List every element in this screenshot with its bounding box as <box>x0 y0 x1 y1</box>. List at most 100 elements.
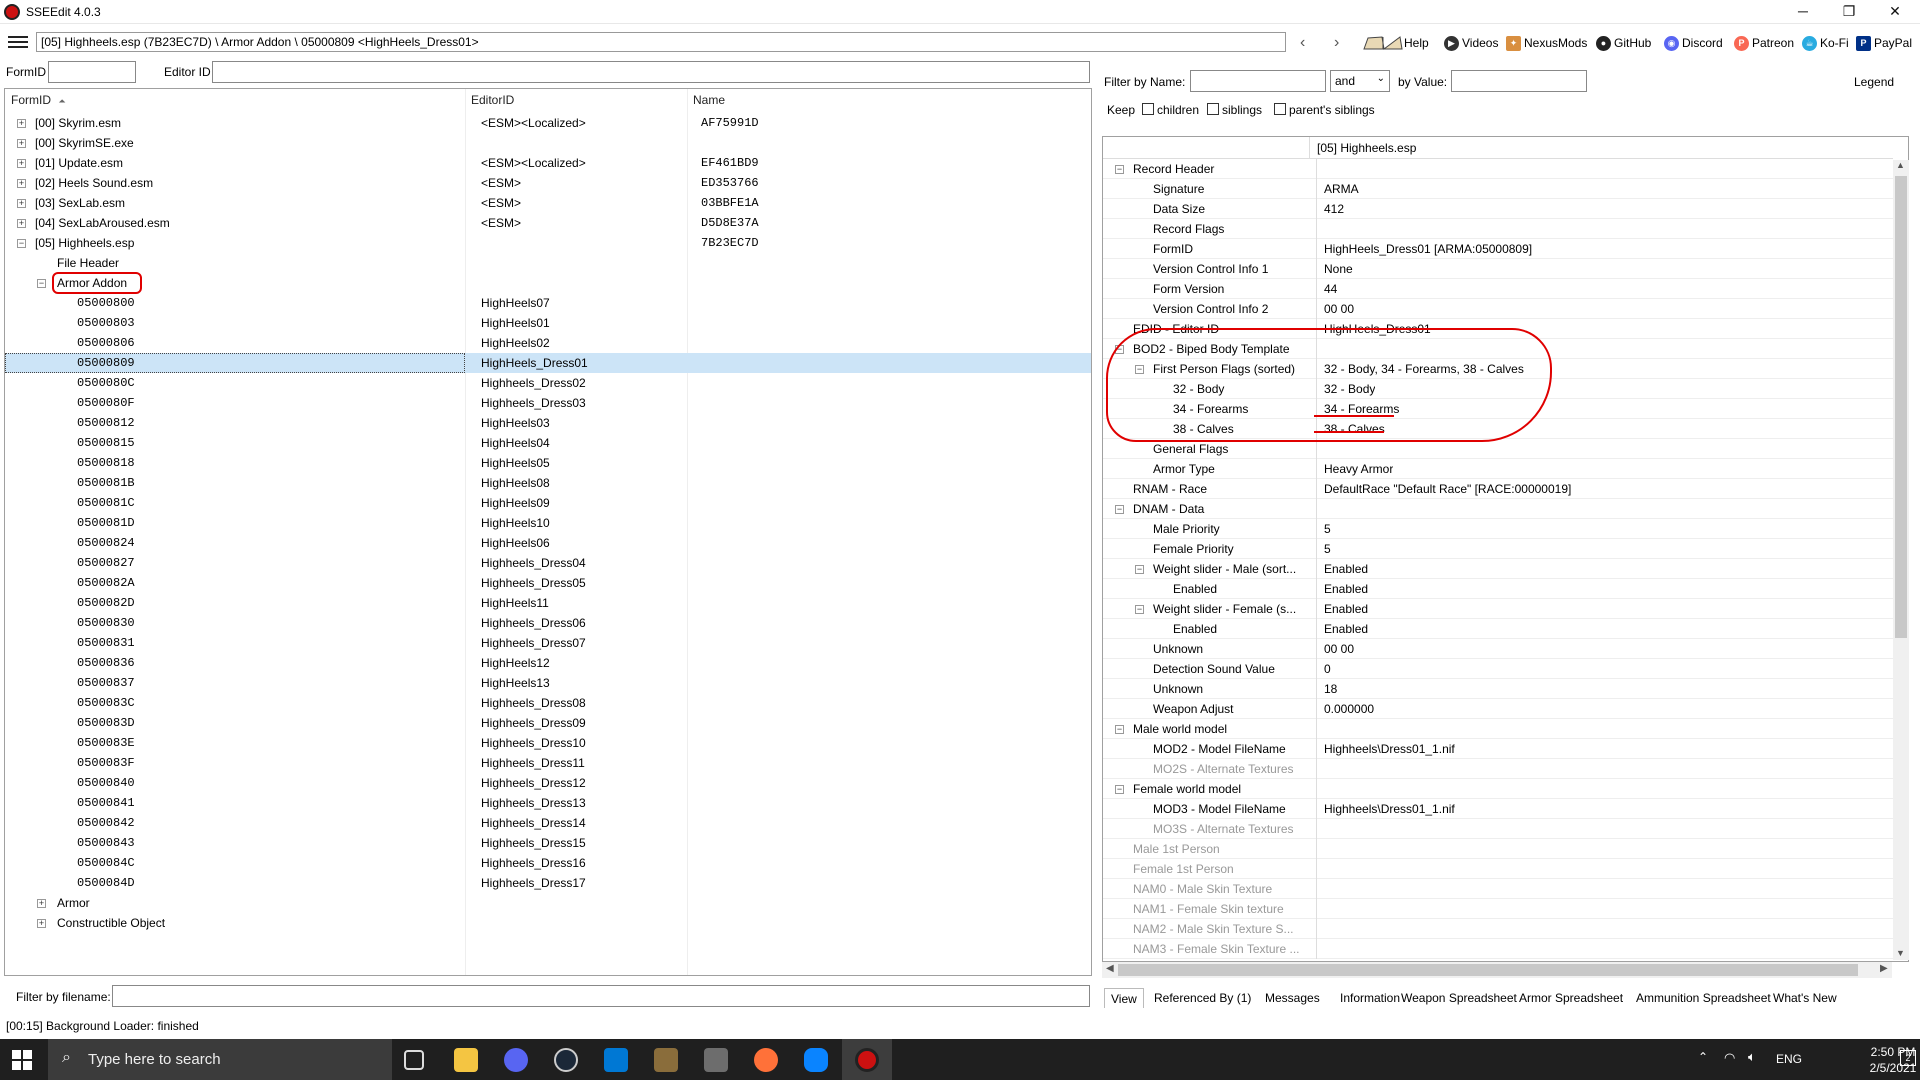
record-field-value[interactable]: 5 <box>1316 539 1331 559</box>
tree-record-row[interactable]: 0500082D HighHeels11 <box>5 593 1091 613</box>
tree-record-row[interactable]: 05000840 Highheels_Dress12 <box>5 773 1091 793</box>
kofi-button[interactable]: ☕ Ko-Fi <box>1802 34 1849 52</box>
record-field-value[interactable]: 44 <box>1316 279 1337 299</box>
record-field-row[interactable]: Armor Type Heavy Armor <box>1103 459 1893 479</box>
tab-weapon-spreadsheet[interactable]: Weapon Spreadsheet <box>1395 988 1523 1008</box>
tree-record-row[interactable]: 05000837 HighHeels13 <box>5 673 1091 693</box>
expand-icon[interactable]: + <box>37 899 46 908</box>
tab-armor-spreadsheet[interactable]: Armor Spreadsheet <box>1513 988 1629 1008</box>
record-field-value[interactable]: HighHeels_Dress01 [ARMA:05000809] <box>1316 239 1532 259</box>
record-field-row[interactable]: MO2S - Alternate Textures <box>1103 759 1893 779</box>
expand-icon[interactable]: + <box>17 179 26 188</box>
sseedit-taskbar-button[interactable] <box>842 1039 892 1080</box>
notification-icon[interactable]: 2 <box>1900 1050 1916 1066</box>
record-field-row[interactable]: − Record Header <box>1103 159 1893 179</box>
record-field-value[interactable] <box>1316 159 1324 179</box>
discord-button[interactable]: ◉ Discord <box>1664 34 1723 52</box>
tree-record-row[interactable]: 05000831 Highheels_Dress07 <box>5 633 1091 653</box>
record-field-row[interactable]: − Female world model <box>1103 779 1893 799</box>
filter-value-input[interactable] <box>1451 70 1587 92</box>
col-formid-header[interactable]: FormID ⏶ <box>5 89 465 111</box>
patreon-button[interactable]: P Patreon <box>1734 34 1794 52</box>
tree-record-row[interactable]: 0500084D Highheels_Dress17 <box>5 873 1091 893</box>
collapse-icon[interactable]: − <box>1115 725 1124 734</box>
record-field-value[interactable]: 18 <box>1316 679 1337 699</box>
record-field-value[interactable]: 00 00 <box>1316 299 1354 319</box>
tree-record-row[interactable]: 0500081B HighHeels08 <box>5 473 1091 493</box>
record-field-row[interactable]: Weapon Adjust 0.000000 <box>1103 699 1893 719</box>
collapse-icon[interactable]: − <box>1115 785 1124 794</box>
record-field-value[interactable] <box>1316 339 1324 359</box>
tree-record-row[interactable]: 05000818 HighHeels05 <box>5 453 1091 473</box>
tree-file-row[interactable]: + [04] SexLabAroused.esm <ESM> D5D8E37A <box>5 213 1091 233</box>
record-field-row[interactable]: − Male world model <box>1103 719 1893 739</box>
tree-record-row[interactable]: 05000843 Highheels_Dress15 <box>5 833 1091 853</box>
record-field-row[interactable]: EDID - Editor ID HighHeels_Dress01 <box>1103 319 1893 339</box>
tree-record-row[interactable]: 05000806 HighHeels02 <box>5 333 1091 353</box>
record-field-row[interactable]: Signature ARMA <box>1103 179 1893 199</box>
record-field-row[interactable]: − Weight slider - Male (sort... Enabled <box>1103 559 1893 579</box>
record-field-row[interactable]: Male Priority 5 <box>1103 519 1893 539</box>
record-field-row[interactable]: Enabled Enabled <box>1103 579 1893 599</box>
help-button[interactable]: Help <box>1362 34 1429 52</box>
record-field-row[interactable]: Female Priority 5 <box>1103 539 1893 559</box>
record-field-row[interactable]: General Flags <box>1103 439 1893 459</box>
record-field-value[interactable] <box>1316 919 1324 939</box>
record-field-row[interactable]: Male 1st Person <box>1103 839 1893 859</box>
record-field-row[interactable]: Form Version 44 <box>1103 279 1893 299</box>
record-field-row[interactable]: Record Flags <box>1103 219 1893 239</box>
forward-arrow-icon[interactable]: › <box>1334 34 1339 52</box>
record-field-value[interactable] <box>1316 819 1324 839</box>
tab-referenced-by-1[interactable]: Referenced By (1) <box>1148 988 1257 1008</box>
taskbar-search-box[interactable]: ⌕ Type here to search <box>48 1039 392 1080</box>
file-explorer-icon[interactable] <box>454 1048 478 1072</box>
col-editorid-header[interactable]: EditorID <box>465 89 687 111</box>
tree-record-row[interactable]: 0500084C Highheels_Dress16 <box>5 853 1091 873</box>
tree-record-row[interactable]: 0500081D HighHeels10 <box>5 513 1091 533</box>
tab-what-s-new[interactable]: What's New <box>1767 988 1843 1008</box>
nexusmods-button[interactable]: ✦ NexusMods <box>1506 34 1587 52</box>
tree-constructible-object-group[interactable]: + Constructible Object <box>5 913 1091 933</box>
record-field-value[interactable]: 412 <box>1316 199 1344 219</box>
filename-filter-input[interactable] <box>112 985 1090 1007</box>
tree-file-row[interactable]: + [01] Update.esm <ESM><Localized> EF461BD9 <box>5 153 1091 173</box>
record-field-row[interactable]: MOD3 - Model FileName Highheels\Dress01_1… <box>1103 799 1893 819</box>
task-view-icon[interactable] <box>404 1050 424 1070</box>
record-field-value[interactable] <box>1316 879 1324 899</box>
record-field-value[interactable]: Enabled <box>1316 619 1368 639</box>
wifi-icon[interactable]: ◠ <box>1724 1050 1735 1066</box>
record-field-row[interactable]: NAM2 - Male Skin Texture S... <box>1103 919 1893 939</box>
record-field-value[interactable] <box>1316 219 1324 239</box>
expand-icon[interactable]: + <box>17 119 26 128</box>
record-field-value[interactable] <box>1316 439 1324 459</box>
record-field-value[interactable]: None <box>1316 259 1353 279</box>
record-field-row[interactable]: NAM1 - Female Skin texture <box>1103 899 1893 919</box>
tree-record-row[interactable]: 05000803 HighHeels01 <box>5 313 1091 333</box>
record-field-value[interactable] <box>1316 719 1324 739</box>
expand-icon[interactable]: + <box>17 199 26 208</box>
tree-record-row[interactable]: 05000815 HighHeels04 <box>5 433 1091 453</box>
tree-record-row[interactable]: 0500083F Highheels_Dress11 <box>5 753 1091 773</box>
tree-armor-addon-group[interactable]: − Armor Addon <box>5 273 1091 293</box>
col-name-header[interactable]: Name <box>687 89 1087 111</box>
tree-record-row[interactable]: 05000836 HighHeels12 <box>5 653 1091 673</box>
tab-ammunition-spreadsheet[interactable]: Ammunition Spreadsheet <box>1630 988 1777 1008</box>
speaker-icon[interactable]: 🔈︎ <box>1748 1049 1756 1065</box>
tree-record-row[interactable]: 0500081C HighHeels09 <box>5 493 1091 513</box>
scroll-up-icon[interactable]: ▲ <box>1896 160 1905 170</box>
hamburger-menu-icon[interactable] <box>8 33 28 51</box>
collapse-icon[interactable]: − <box>17 239 26 248</box>
scroll-down-icon[interactable]: ▼ <box>1896 948 1905 958</box>
record-field-row[interactable]: Detection Sound Value 0 <box>1103 659 1893 679</box>
firefox-icon[interactable] <box>754 1048 778 1072</box>
record-field-row[interactable]: Enabled Enabled <box>1103 619 1893 639</box>
collapse-icon[interactable]: − <box>1115 345 1124 354</box>
collapse-icon[interactable]: − <box>1135 605 1144 614</box>
tree-record-row[interactable]: 05000800 HighHeels07 <box>5 293 1091 313</box>
scroll-right-icon[interactable]: ▶ <box>1880 963 1888 974</box>
record-field-row[interactable]: Female 1st Person <box>1103 859 1893 879</box>
filter-name-input[interactable] <box>1190 70 1326 92</box>
record-field-value[interactable] <box>1316 939 1324 959</box>
tree-record-row[interactable]: 05000809 HighHeels_Dress01 <box>5 353 1091 373</box>
record-field-row[interactable]: MOD2 - Model FileName Highheels\Dress01_1… <box>1103 739 1893 759</box>
